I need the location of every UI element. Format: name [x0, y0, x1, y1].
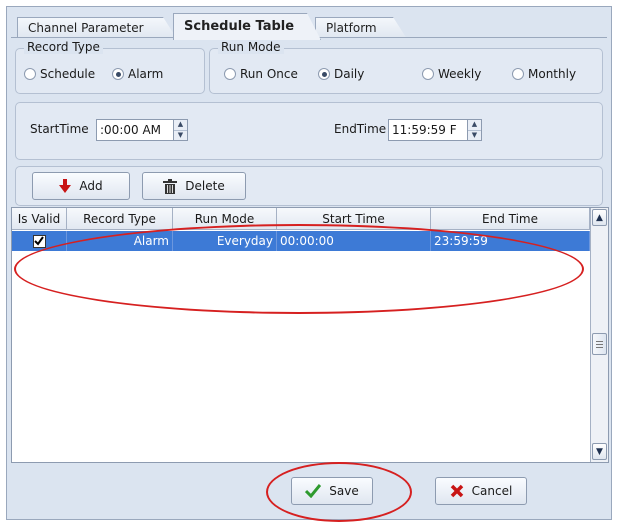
- save-label: Save: [329, 484, 359, 498]
- radio-label: Daily: [334, 67, 365, 81]
- record-type-group: Record Type Schedule Alarm: [15, 40, 205, 94]
- record-type-schedule-radio[interactable]: Schedule: [24, 67, 95, 81]
- col-header-record-type[interactable]: Record Type: [67, 208, 173, 230]
- run-mode-daily-radio[interactable]: Daily: [318, 67, 364, 81]
- scroll-up-icon[interactable]: ▲: [592, 209, 607, 226]
- dialog-footer: Save Cancel: [7, 465, 611, 519]
- radio-unchecked-icon: [224, 68, 236, 80]
- cell-end-time: 23:59:59: [431, 231, 590, 251]
- run-mode-weekly-radio[interactable]: Weekly: [422, 67, 481, 81]
- cell-run-mode: Everyday: [173, 231, 277, 251]
- start-time-spinner[interactable]: ▲ ▼: [173, 120, 187, 140]
- radio-label: Schedule: [40, 67, 96, 81]
- arrow-down-icon: [59, 179, 72, 193]
- start-time-value: :00:00 AM: [100, 123, 162, 137]
- cross-icon: [450, 484, 463, 498]
- col-header-is-valid[interactable]: Is Valid: [12, 208, 67, 230]
- table-row[interactable]: Alarm Everyday 00:00:00 23:59:59: [12, 231, 590, 251]
- delete-button[interactable]: Delete: [142, 172, 246, 200]
- radio-label: Monthly: [528, 67, 577, 81]
- radio-label: Weekly: [438, 67, 482, 81]
- save-button[interactable]: Save: [291, 477, 373, 505]
- end-time-spinner[interactable]: ▲ ▼: [467, 120, 481, 140]
- add-button[interactable]: Add: [32, 172, 130, 200]
- end-time-label: EndTime: [334, 122, 387, 136]
- col-header-end-time[interactable]: End Time: [431, 208, 590, 230]
- spin-down-icon[interactable]: ▼: [468, 131, 481, 141]
- spin-down-icon[interactable]: ▼: [174, 131, 187, 141]
- spin-up-icon[interactable]: ▲: [468, 120, 481, 131]
- start-time-input[interactable]: :00:00 AM ▲ ▼: [96, 119, 188, 141]
- checkbox[interactable]: [32, 234, 46, 248]
- trash-icon: [163, 178, 178, 194]
- col-header-start-time[interactable]: Start Time: [277, 208, 431, 230]
- radio-checked-icon: [318, 68, 330, 80]
- run-mode-title: Run Mode: [218, 40, 284, 54]
- col-header-run-mode[interactable]: Run Mode: [173, 208, 277, 230]
- scroll-down-icon[interactable]: ▼: [592, 443, 607, 460]
- start-time-label: StartTime: [30, 122, 89, 136]
- tab-channel-parameter[interactable]: Channel Parameter: [17, 17, 177, 39]
- toolbar-group: Add Delete: [15, 166, 603, 206]
- cancel-button[interactable]: Cancel: [435, 477, 527, 505]
- vertical-scrollbar[interactable]: ▲ ▼: [590, 208, 608, 462]
- end-time-value: 11:59:59 F: [392, 123, 457, 137]
- tab-label: Channel Parameter: [28, 21, 144, 35]
- spin-up-icon[interactable]: ▲: [174, 120, 187, 131]
- grip-icon: [596, 340, 603, 348]
- tab-schedule-table[interactable]: Schedule Table: [173, 13, 321, 40]
- delete-label: Delete: [185, 179, 225, 193]
- add-label: Add: [79, 179, 103, 193]
- run-mode-run-once-radio[interactable]: Run Once: [224, 67, 298, 81]
- cell-start-time: 00:00:00: [277, 231, 431, 251]
- record-type-title: Record Type: [24, 40, 103, 54]
- cell-record-type: Alarm: [67, 231, 173, 251]
- tab-label: Schedule Table: [184, 19, 295, 34]
- radio-label: Alarm: [128, 67, 164, 81]
- record-type-alarm-radio[interactable]: Alarm: [112, 67, 163, 81]
- run-mode-group: Run Mode Run Once Daily Weekly Monthly: [209, 40, 603, 94]
- cell-is-valid[interactable]: [12, 231, 67, 251]
- table-header: Is Valid Record Type Run Mode Start Time…: [12, 208, 590, 230]
- radio-label: Run Once: [240, 67, 298, 81]
- radio-unchecked-icon: [24, 68, 36, 80]
- scroll-thumb[interactable]: [592, 333, 607, 355]
- radio-checked-icon: [112, 68, 124, 80]
- time-group: StartTime :00:00 AM ▲ ▼ EndTime 11:59:59…: [15, 102, 603, 160]
- tab-platform[interactable]: Platform: [315, 17, 407, 39]
- cancel-label: Cancel: [471, 484, 513, 498]
- radio-unchecked-icon: [422, 68, 434, 80]
- checkmark-icon: [305, 484, 322, 498]
- tab-label: Platform: [326, 21, 377, 35]
- end-time-input[interactable]: 11:59:59 F ▲ ▼: [388, 119, 482, 141]
- dialog-window: Channel Parameter Schedule Table Platfor…: [6, 6, 612, 520]
- schedule-table: Is Valid Record Type Run Mode Start Time…: [11, 207, 609, 463]
- radio-unchecked-icon: [512, 68, 524, 80]
- run-mode-monthly-radio[interactable]: Monthly: [512, 67, 576, 81]
- check-icon: [34, 236, 44, 246]
